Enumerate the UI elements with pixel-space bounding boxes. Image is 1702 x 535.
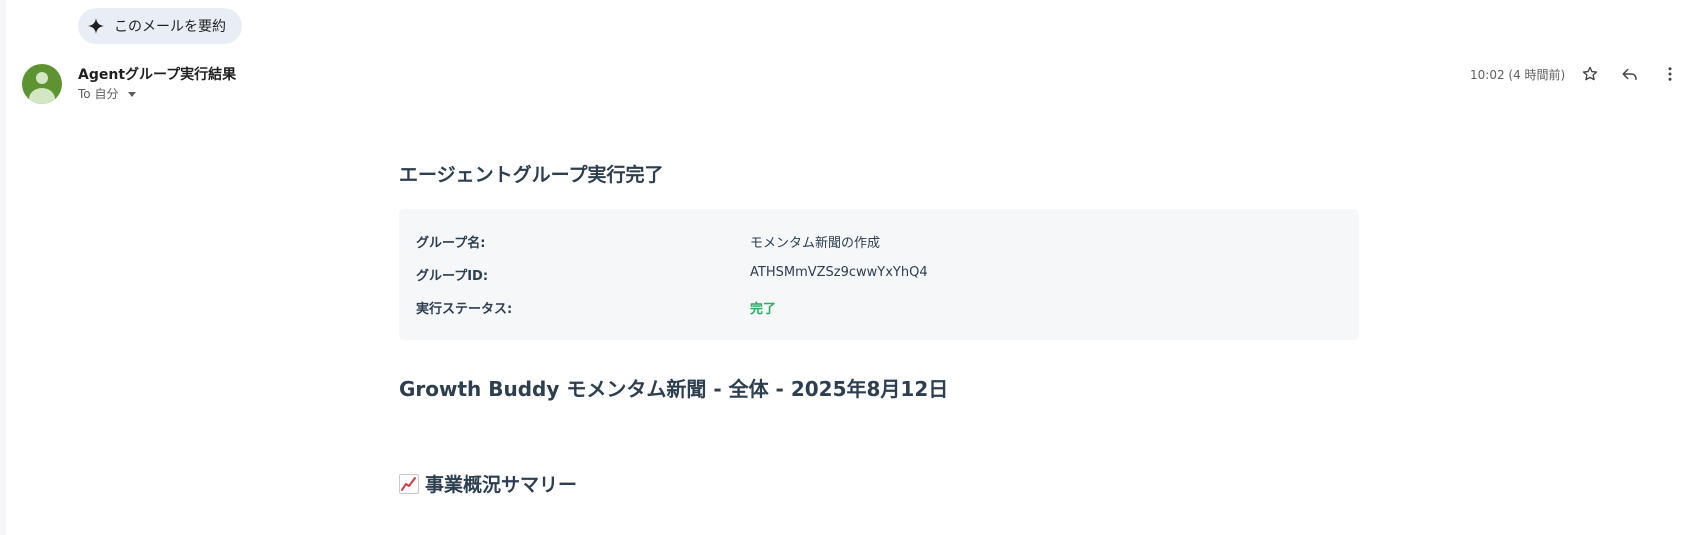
group-id-value: ATHSMmVZSz9cwwYxYhQ4 <box>750 265 928 280</box>
group-id-label: グループID: <box>416 269 489 284</box>
more-options-button[interactable] <box>1658 62 1682 86</box>
avatar-body <box>29 88 55 104</box>
newsletter-title: Growth Buddy モメンタム新聞 - 全体 - 2025年8月12日 <box>399 377 949 401</box>
status-label: 実行ステータス: <box>416 302 513 317</box>
avatar[interactable] <box>22 64 62 104</box>
recipient-label: To 自分 <box>78 87 119 101</box>
recipient-details-toggle[interactable]: To 自分 <box>78 85 137 102</box>
info-row-group-name: グループ名: モメンタム新聞の作成 <box>416 232 1336 252</box>
message-timestamp: 10:02 (4 時間前) <box>1470 68 1566 82</box>
group-name-value: モメンタム新聞の作成 <box>750 236 881 251</box>
summarize-email-button[interactable]: このメールを要約 <box>78 8 242 44</box>
info-row-status: 実行ステータス: 完了 <box>416 298 1336 318</box>
reply-button[interactable] <box>1618 62 1642 86</box>
chart-increasing-icon <box>399 473 419 494</box>
section-title-text: 事業概況サマリー <box>425 474 578 496</box>
execution-info-box: グループ名: モメンタム新聞の作成 グループID: ATHSMmVZSz9cww… <box>399 209 1359 340</box>
email-heading: エージェントグループ実行完了 <box>399 164 664 186</box>
section-title: 事業概況サマリー <box>399 470 577 497</box>
summarize-label: このメールを要約 <box>114 19 226 35</box>
sparkle-icon <box>88 18 104 34</box>
group-name-label: グループ名: <box>416 236 486 251</box>
star-button[interactable] <box>1578 62 1602 86</box>
star-icon <box>1582 66 1598 81</box>
left-rail <box>0 0 6 535</box>
more-vert-icon <box>1668 67 1672 81</box>
sender-name[interactable]: Agentグループ実行結果 <box>78 64 236 84</box>
reply-icon <box>1622 68 1637 80</box>
info-row-group-id: グループID: ATHSMmVZSz9cwwYxYhQ4 <box>416 265 1336 285</box>
avatar-head <box>36 72 48 84</box>
status-value: 完了 <box>750 302 777 317</box>
chevron-down-icon <box>128 92 137 97</box>
